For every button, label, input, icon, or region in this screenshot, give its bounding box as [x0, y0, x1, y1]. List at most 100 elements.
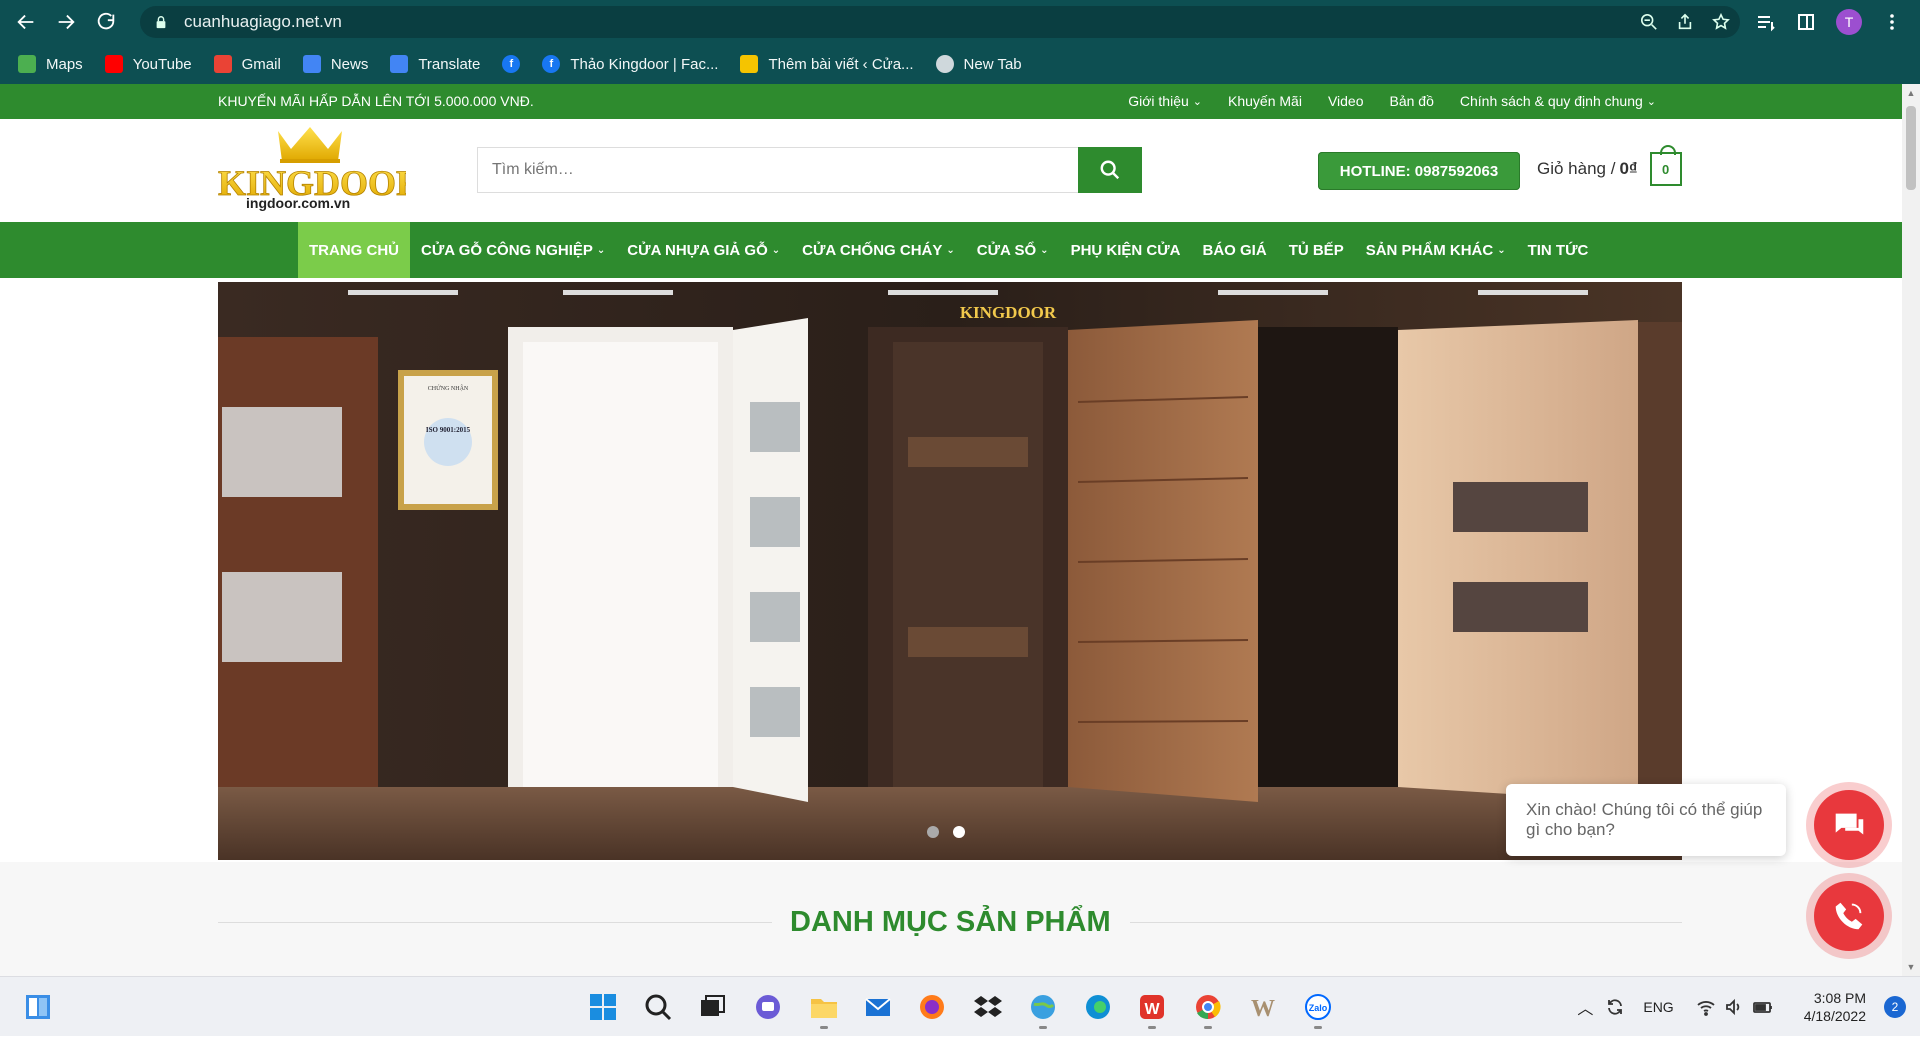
- back-icon[interactable]: [6, 2, 46, 42]
- page-scrollbar[interactable]: ▲ ▼: [1902, 84, 1920, 976]
- svg-text:Zalo: Zalo: [1309, 1003, 1328, 1013]
- chevron-down-icon: ⌄: [596, 244, 606, 256]
- widgets-icon[interactable]: [20, 989, 56, 1025]
- menu-icon[interactable]: [1882, 12, 1902, 32]
- wifi-icon[interactable]: [1696, 997, 1716, 1017]
- top-link-label: Giới thiệu: [1128, 93, 1189, 109]
- sync-icon[interactable]: [1605, 997, 1625, 1017]
- zoom-icon[interactable]: [1640, 13, 1658, 31]
- forward-icon[interactable]: [46, 2, 86, 42]
- nav-item[interactable]: CỬA SỔ ⌄: [966, 222, 1060, 278]
- nav-item[interactable]: PHỤ KIỆN CỬA: [1060, 222, 1192, 278]
- svg-text:W: W: [1144, 1001, 1160, 1018]
- news-icon: [302, 55, 321, 73]
- kingdoor-logo[interactable]: KINGDOOR ingdoor.com.vn: [216, 123, 406, 213]
- clock-time: 3:08 PM: [1813, 990, 1866, 1006]
- slider-dot-1[interactable]: [927, 826, 939, 838]
- nav-item[interactable]: CỬA GỖ CÔNG NGHIỆP ⌄: [410, 222, 616, 278]
- word-w-icon[interactable]: W: [1245, 989, 1281, 1025]
- scroll-thumb[interactable]: [1906, 106, 1916, 190]
- start-icon[interactable]: [585, 989, 621, 1025]
- nav-item-label: TRANG CHỦ: [309, 241, 399, 259]
- language-indicator[interactable]: ENG: [1643, 999, 1673, 1015]
- search-icon: [1100, 160, 1120, 180]
- chat-greeting[interactable]: Xin chào! Chúng tôi có thể giúp gì cho b…: [1506, 784, 1786, 856]
- bookmark-item[interactable]: Thêm bài viết ‹ Cửa...: [740, 55, 914, 73]
- reload-icon[interactable]: [86, 2, 126, 42]
- task-view-icon[interactable]: [694, 989, 730, 1025]
- teams-chat-icon[interactable]: [750, 989, 786, 1025]
- bookmark-item[interactable]: f: [502, 55, 521, 73]
- nav-item[interactable]: TRANG CHỦ: [298, 222, 410, 278]
- firefox-icon[interactable]: [914, 989, 950, 1025]
- bookmark-label: New Tab: [963, 55, 1022, 73]
- profile-avatar[interactable]: T: [1836, 9, 1862, 35]
- weather-globe-icon[interactable]: [1025, 989, 1061, 1029]
- promo-topbar: KHUYẾN MÃI HẤP DẪN LÊN TỚI 5.000.000 VNĐ…: [0, 84, 1902, 119]
- edge-icon[interactable]: [1080, 989, 1116, 1025]
- chrome-icon[interactable]: [1190, 989, 1226, 1029]
- globe-icon: [935, 55, 954, 73]
- bookmark-item[interactable]: YouTube: [104, 55, 192, 73]
- nav-item-label: BÁO GIÁ: [1202, 241, 1267, 259]
- volume-icon[interactable]: [1724, 997, 1744, 1017]
- side-panel-icon[interactable]: [1796, 12, 1816, 32]
- nav-item[interactable]: CỬA NHỰA GIẢ GỖ ⌄: [616, 222, 791, 278]
- nav-item[interactable]: TIN TỨC: [1517, 222, 1600, 278]
- scroll-down-icon[interactable]: ▼: [1906, 962, 1916, 972]
- search-icon[interactable]: [640, 989, 676, 1025]
- nav-item[interactable]: SẢN PHẨM KHÁC ⌄: [1355, 222, 1517, 278]
- nav-item-label: TỦ BẾP: [1288, 241, 1344, 259]
- promo-text: KHUYẾN MÃI HẤP DẪN LÊN TỚI 5.000.000 VNĐ…: [218, 93, 534, 109]
- cart-total: 0₫: [1619, 159, 1638, 178]
- top-link[interactable]: Khuyến Mãi: [1228, 93, 1302, 109]
- bookmark-item[interactable]: Maps: [18, 55, 83, 73]
- hotline-button[interactable]: HOTLINE: 0987592063: [1318, 152, 1520, 190]
- notification-badge[interactable]: 2: [1884, 996, 1906, 1018]
- bookmark-item[interactable]: f Thảo Kingdoor | Fac...: [542, 55, 718, 73]
- address-bar[interactable]: cuanhuagiago.net.vn: [140, 6, 1740, 38]
- file-explorer-icon[interactable]: [806, 989, 842, 1029]
- nav-item[interactable]: BÁO GIÁ: [1192, 222, 1278, 278]
- search-button[interactable]: [1078, 147, 1142, 193]
- share-icon[interactable]: [1676, 13, 1694, 31]
- nav-item[interactable]: CỬA CHỐNG CHÁY ⌄: [791, 222, 966, 278]
- cart-link[interactable]: Giỏ hàng / 0₫ 0: [1537, 145, 1682, 189]
- nav-item[interactable]: TỦ BẾP: [1278, 222, 1355, 278]
- chevron-down-icon: ⌄: [946, 244, 955, 256]
- mail-icon[interactable]: [860, 989, 896, 1025]
- chevron-up-icon[interactable]: ︿: [1577, 995, 1593, 1019]
- wps-office-icon[interactable]: W: [1134, 989, 1170, 1029]
- svg-text:W: W: [1251, 996, 1275, 1022]
- title-divider-right: [1130, 922, 1682, 923]
- windows-taskbar: W W Zalo ︿ ENG 3:08 PM 4/18/2022 2: [0, 976, 1920, 1036]
- top-link[interactable]: Video: [1328, 93, 1364, 109]
- top-link-label: Bản đồ: [1389, 93, 1434, 109]
- search-input[interactable]: [477, 147, 1079, 193]
- chat-button[interactable]: [1814, 790, 1884, 860]
- zalo-icon[interactable]: Zalo: [1300, 989, 1336, 1029]
- page-viewport: KHUYẾN MÃI HẤP DẪN LÊN TỚI 5.000.000 VNĐ…: [0, 84, 1920, 976]
- nav-item-label: PHỤ KIỆN CỬA: [1070, 241, 1181, 259]
- bookmark-item[interactable]: News: [302, 55, 368, 73]
- bookmark-item[interactable]: New Tab: [935, 55, 1022, 73]
- reading-list-icon[interactable]: [1756, 12, 1776, 32]
- hero-banner[interactable]: CHỨNG NHẬN ISO 9001:2015 KINGDOOR: [218, 282, 1682, 860]
- bookmark-item[interactable]: Gmail: [213, 55, 281, 73]
- bookmark-item[interactable]: Translate: [390, 55, 480, 73]
- top-link[interactable]: Bản đồ: [1390, 93, 1434, 109]
- bookmark-star-icon[interactable]: [1712, 13, 1730, 31]
- top-link[interactable]: Giới thiệu ⌄: [1128, 93, 1202, 109]
- crown-icon: [740, 55, 759, 73]
- dropbox-icon[interactable]: [970, 989, 1006, 1025]
- slider-dot-2[interactable]: [953, 826, 965, 838]
- clock[interactable]: 3:08 PM 4/18/2022: [1804, 989, 1866, 1025]
- top-link-label: Chính sách & quy định chung: [1459, 93, 1643, 109]
- top-link[interactable]: Chính sách & quy định chung ⌄: [1460, 93, 1656, 109]
- battery-icon[interactable]: [1752, 997, 1774, 1017]
- scroll-up-icon[interactable]: ▲: [1906, 88, 1916, 98]
- chevron-down-icon: ⌄: [1192, 95, 1202, 108]
- call-button[interactable]: [1814, 881, 1884, 951]
- cart-count-icon: 0: [1649, 145, 1682, 186]
- url-text: cuanhuagiago.net.vn: [184, 12, 342, 31]
